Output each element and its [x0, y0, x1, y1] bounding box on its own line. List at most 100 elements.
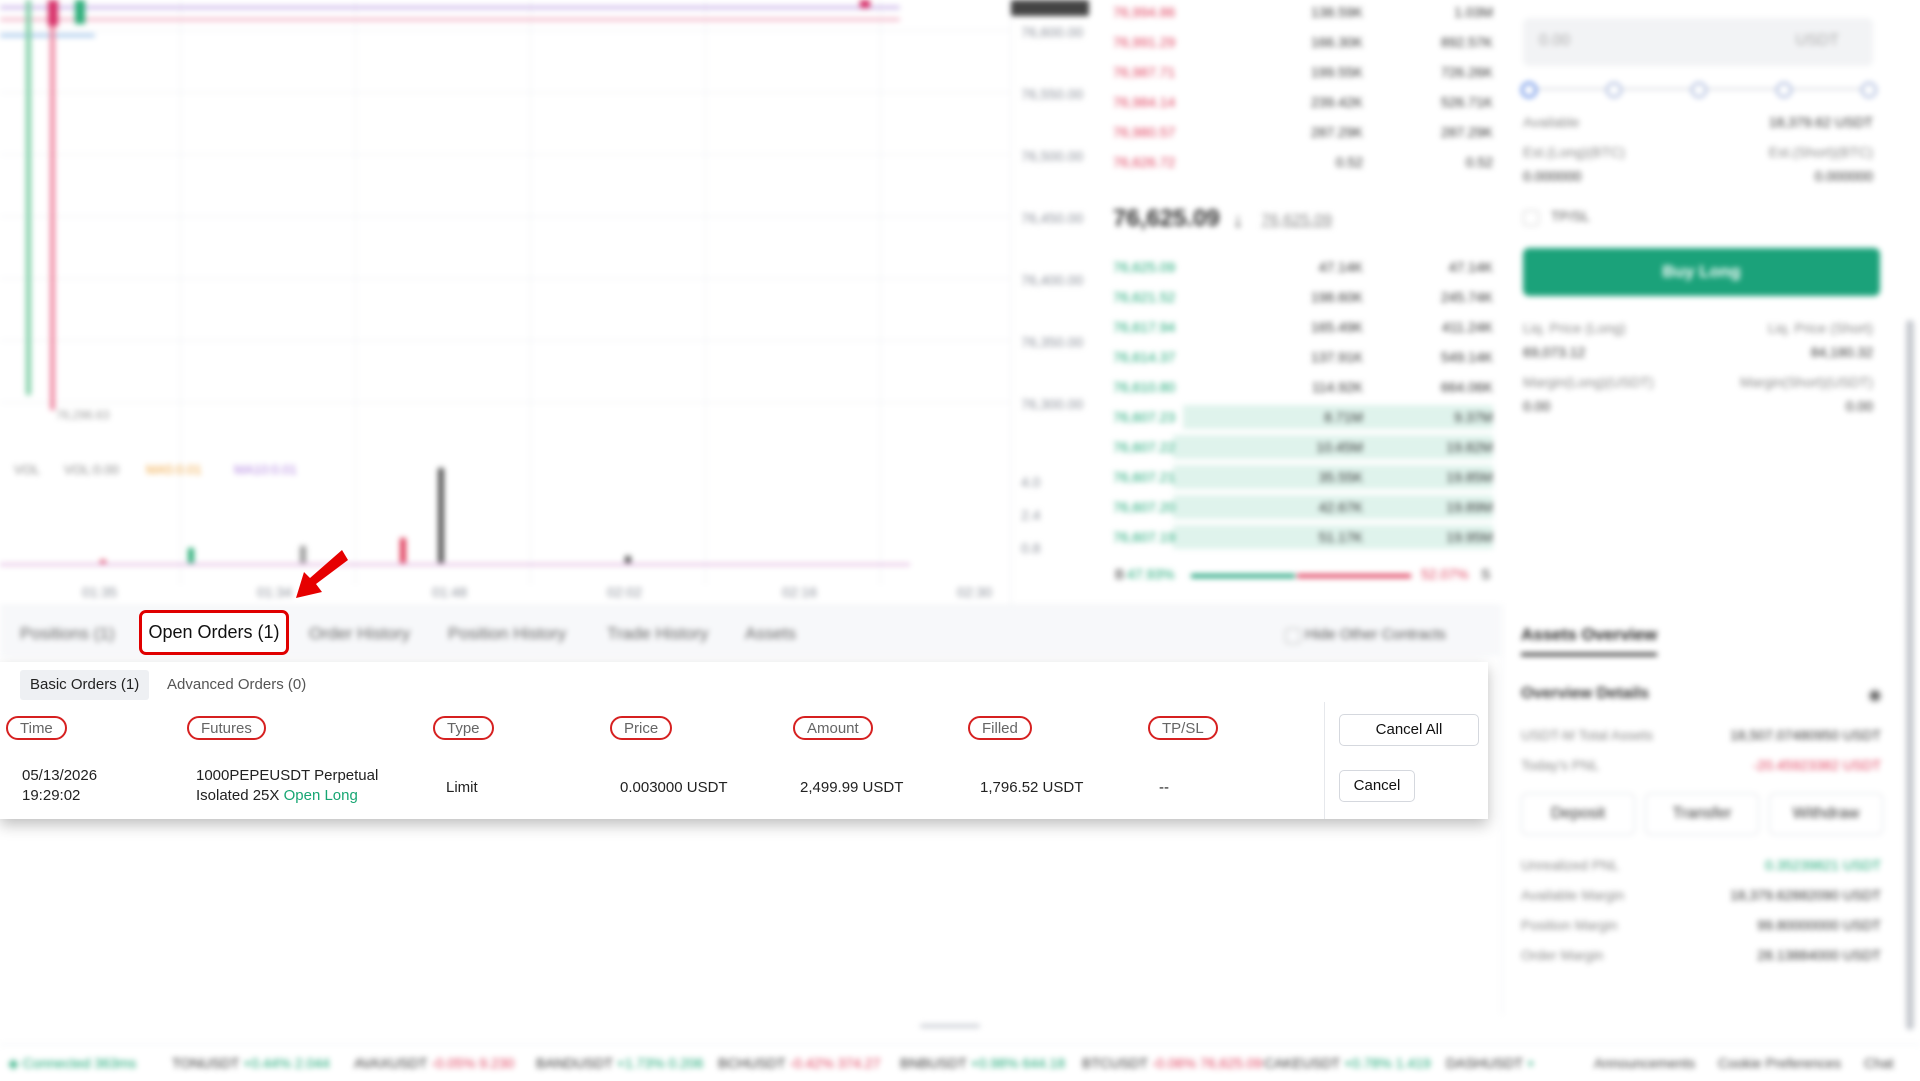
announcements-link[interactable]: Announcements: [1594, 1055, 1695, 1071]
ticker-item[interactable]: TONUSDT +0.44% 2.044: [172, 1055, 330, 1071]
bid-row[interactable]: 76,607.22 10.45M 19.82M: [1113, 435, 1493, 459]
cancel-all-button[interactable]: Cancel All: [1339, 714, 1479, 746]
time-axis-label: 01:48: [432, 584, 468, 600]
ask-row[interactable]: 76,991.29 166.30K 892.57K: [1113, 30, 1493, 54]
cancel-order-button[interactable]: Cancel: [1339, 770, 1415, 802]
tab-trade-history[interactable]: Trade History: [607, 624, 708, 644]
ticker-item[interactable]: BANDUSDT +1.73% 0.206: [536, 1055, 703, 1071]
tab-assets[interactable]: Assets: [745, 624, 796, 644]
ticker-price: 9.230: [479, 1055, 515, 1071]
bid-row[interactable]: 76,614.37 137.91K 549.14K: [1113, 345, 1493, 369]
transfer-button[interactable]: Transfer: [1645, 793, 1759, 835]
bid-amount: 137.91K: [1310, 349, 1363, 365]
cookie-preferences-link[interactable]: Cookie Preferences: [1718, 1055, 1841, 1071]
ticker-change: -0.05%: [431, 1055, 476, 1071]
ask-total: 287.29K: [1440, 124, 1493, 140]
grid-line: [0, 92, 1010, 93]
bid-total: 19.85M: [1446, 469, 1493, 485]
total-assets-row: USDT-M Total Assets 18,507.07480950 USDT: [1521, 727, 1881, 743]
slider-step[interactable]: [1691, 82, 1707, 98]
liq-short-value: 84,180.32: [1810, 344, 1873, 360]
bid-price: 76,617.94: [1113, 319, 1176, 335]
ask-price: 76,626.72: [1113, 154, 1176, 170]
tab-position-history[interactable]: Position History: [448, 624, 566, 644]
order-margin-value: 28.13884000 USDT: [1757, 947, 1881, 963]
buy-long-button[interactable]: Buy Long: [1523, 248, 1880, 296]
margin-short-label: Margin(Short)(USDT): [1739, 374, 1873, 390]
ma-line: [0, 6, 900, 9]
slider-step[interactable]: [1861, 82, 1877, 98]
avail-margin-label: Available Margin: [1521, 887, 1625, 903]
amount-placeholder: 0.00: [1539, 32, 1571, 49]
time-axis-label: 01:35: [82, 584, 118, 600]
ask-price: 76,991.29: [1113, 34, 1176, 50]
mark-price[interactable]: 76,625.09: [1261, 212, 1332, 230]
chat-link[interactable]: Chat: [1864, 1055, 1894, 1071]
hide-other-checkbox[interactable]: [1285, 628, 1301, 644]
ticker-item[interactable]: BTCUSDT -0.06% 76,625.09: [1082, 1055, 1262, 1071]
tab-advanced-orders[interactable]: Advanced Orders (0): [157, 670, 316, 700]
eye-icon[interactable]: ◉: [1868, 685, 1882, 705]
order-futures[interactable]: 1000PEPEUSDT Perpetual: [196, 767, 378, 784]
ask-amount: 0.52: [1335, 154, 1363, 170]
bid-row[interactable]: 76,621.52 198.60K 245.74K: [1113, 285, 1493, 309]
ask-row[interactable]: 76,984.14 239.42K 526.71K: [1113, 90, 1493, 114]
slider-step[interactable]: [1776, 82, 1792, 98]
deposit-button[interactable]: Deposit: [1521, 793, 1635, 835]
grid-line: [0, 340, 1010, 341]
bid-row[interactable]: 76,607.19 51.17K 19.95M: [1113, 525, 1493, 549]
ticker-item[interactable]: BNBUSDT +0.98% 644.18: [900, 1055, 1065, 1071]
bid-row[interactable]: 76,607.20 42.67K 19.89M: [1113, 495, 1493, 519]
available-label: Available: [1523, 114, 1580, 130]
column-header-type: Type: [433, 716, 494, 740]
ticker-item[interactable]: DASHUSDT +: [1446, 1055, 1535, 1071]
ask-row[interactable]: 76,626.72 0.52 0.52: [1113, 150, 1493, 174]
bid-row[interactable]: 76,625.09 47.14K 47.14K: [1113, 255, 1493, 279]
order-book: 76,994.86 138.59K 1.03M 76,991.29 166.30K 892…: [1103, 0, 1498, 600]
tab-order-history[interactable]: Order History: [309, 624, 410, 644]
candle: [48, 0, 58, 26]
ticker-change: +: [1526, 1055, 1535, 1071]
ticker-item[interactable]: BCHUSDT -0.42% 374.27: [718, 1055, 880, 1071]
pnl-value: -20.45923382 USDT: [1752, 757, 1881, 773]
ask-row[interactable]: 76,994.86 138.59K 1.03M: [1113, 0, 1493, 24]
tab-positions[interactable]: Positions (1): [20, 624, 114, 644]
price-chart[interactable]: 76,296.63 VOL VOL:0.00 MA5:0.01 MA10:0.0…: [0, 0, 1010, 605]
slider-step[interactable]: [1606, 82, 1622, 98]
bid-total: 9.37M: [1454, 409, 1493, 425]
leverage-slider[interactable]: [1521, 82, 1877, 98]
margin-values-row: 0.00 0.00: [1523, 398, 1873, 414]
volume-ma-line: [0, 563, 910, 566]
bid-total: 411.24K: [1441, 319, 1493, 335]
column-header-filled: Filled: [968, 716, 1032, 740]
drag-handle[interactable]: [920, 1024, 980, 1028]
ticker-change: -0.06%: [1151, 1055, 1197, 1071]
tab-basic-orders[interactable]: Basic Orders (1): [20, 670, 150, 700]
bid-row[interactable]: 76,607.21 35.55K 19.85M: [1113, 465, 1493, 489]
bid-price: 76,614.37: [1113, 349, 1176, 365]
bid-price: 76,625.09: [1113, 259, 1176, 275]
withdraw-button[interactable]: Withdraw: [1769, 793, 1883, 835]
bid-total: 19.95M: [1446, 529, 1493, 545]
bid-row[interactable]: 76,607.23 8.71M 9.37M: [1113, 405, 1493, 429]
tpsl-checkbox[interactable]: [1523, 210, 1539, 226]
tab-open-orders[interactable]: Open Orders (1): [139, 610, 289, 655]
red-arrow-icon: [296, 550, 348, 598]
ask-total: 526.71K: [1440, 94, 1493, 110]
ticker-item[interactable]: AVAXUSDT -0.05% 9.230: [354, 1055, 514, 1071]
ticker-symbol: DASHUSDT: [1446, 1055, 1523, 1071]
scrollbar[interactable]: [1906, 320, 1914, 1030]
bid-amount: 8.71M: [1324, 409, 1363, 425]
ask-row[interactable]: 76,980.57 287.29K 287.29K: [1113, 120, 1493, 144]
price-axis-label: 76,350.00: [1021, 334, 1084, 350]
ask-price: 76,984.14: [1113, 94, 1176, 110]
bid-row[interactable]: 76,617.94 165.49K 411.24K: [1113, 315, 1493, 339]
ticker-item[interactable]: CAKEUSDT +0.78% 1.419: [1264, 1055, 1431, 1071]
bid-row[interactable]: 76,610.80 114.92K 664.06K: [1113, 375, 1493, 399]
tab-assets-overview[interactable]: Assets Overview: [1521, 625, 1658, 656]
slider-knob[interactable]: [1521, 82, 1537, 98]
ask-row[interactable]: 76,987.71 199.55K 726.26K: [1113, 60, 1493, 84]
amount-input[interactable]: 0.00 USDT: [1523, 18, 1873, 66]
ticker-change: +0.78%: [1343, 1055, 1392, 1071]
price-axis-label: 76,500.00: [1021, 148, 1084, 164]
